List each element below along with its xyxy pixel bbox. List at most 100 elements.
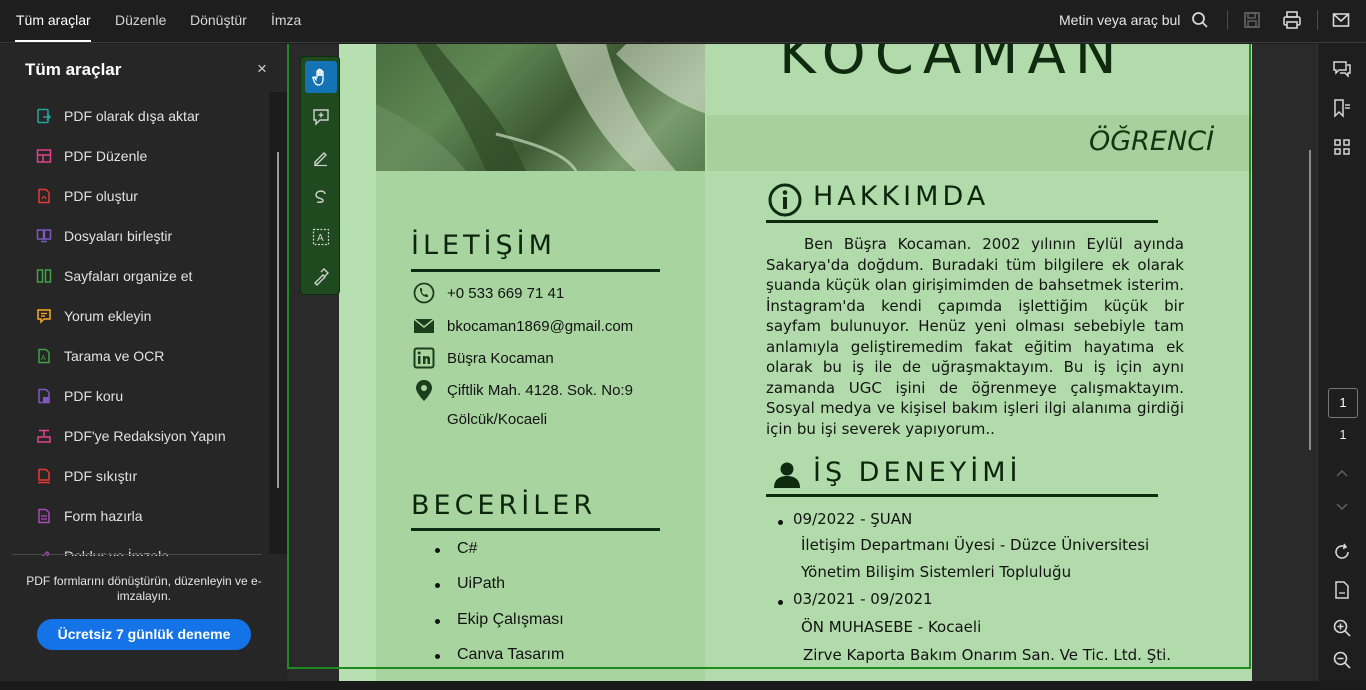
about-heading: HAKKIMDA	[813, 181, 990, 212]
active-tab-indicator	[15, 40, 91, 42]
phone-icon	[413, 282, 435, 304]
print-icon[interactable]	[1282, 10, 1302, 35]
comment-panel-icon[interactable]	[1332, 59, 1352, 84]
candidate-name: KOCAMAN	[779, 44, 1126, 87]
tool-label: PDF Düzenle	[64, 148, 148, 164]
edit-pdf-icon	[36, 149, 52, 163]
tool-edit-pdf[interactable]: PDF Düzenle	[36, 144, 147, 168]
highlight-button[interactable]	[305, 141, 337, 173]
tool-add-comment[interactable]: Yorum ekleyin	[36, 304, 151, 328]
tool-organize-pages[interactable]: Sayfaları organize et	[36, 264, 192, 288]
heading-underline	[766, 494, 1158, 497]
quick-tools-toolbar: A	[300, 56, 340, 295]
create-pdf-icon	[38, 188, 50, 204]
experience-line: Yönetim Bilişim Sistemleri Topluluğu	[801, 563, 1072, 581]
mail-icon[interactable]	[1332, 11, 1350, 34]
skills-heading: BECERİLER	[411, 490, 597, 521]
canvas-scrollbar[interactable]	[1309, 150, 1311, 450]
experience-date: 09/2022 - ŞUAN	[793, 510, 913, 528]
tool-compress-pdf[interactable]: PDF sıkıştır	[36, 464, 137, 488]
menu-convert[interactable]: Dönüştür	[190, 12, 247, 28]
tool-redact[interactable]: PDF'ye Redaksiyon Yapın	[36, 424, 226, 448]
skill-item: UiPath	[457, 575, 506, 592]
save-icon[interactable]	[1243, 11, 1261, 34]
bottom-strip	[0, 681, 1366, 690]
person-icon	[774, 462, 800, 488]
tool-label: Tarama ve OCR	[64, 348, 165, 364]
heading-underline	[411, 528, 660, 531]
tool-label: Dosyaları birleştir	[64, 228, 173, 244]
experience-line: İletişim Departmanı Üyesi - Düzce Üniver…	[801, 536, 1150, 554]
export-pdf-icon	[37, 108, 52, 124]
menu-sign[interactable]: İmza	[271, 12, 301, 28]
freehand-button[interactable]	[305, 181, 337, 213]
sign-button[interactable]	[305, 261, 337, 293]
experience-line: Zirve Kaporta Bakım Onarım San. Ve Tic. …	[803, 646, 1172, 664]
experience-heading: İŞ DENEYİMİ	[813, 457, 1022, 488]
tool-label: Form hazırla	[64, 508, 143, 524]
experience-date: 03/2021 - 09/2021	[793, 590, 933, 608]
email-text: bkocaman1869@gmail.com	[447, 317, 634, 335]
svg-text:A: A	[317, 233, 324, 244]
bullet	[778, 600, 783, 605]
tool-prepare-form[interactable]: Form hazırla	[36, 504, 143, 528]
heading-underline	[411, 269, 660, 272]
skill-item: Canva Tasarım	[457, 646, 565, 663]
info-icon	[768, 183, 802, 217]
menu-edit[interactable]: Düzenle	[115, 12, 166, 28]
organize-pages-icon	[36, 269, 52, 283]
chevron-up-icon[interactable]	[1332, 464, 1352, 489]
document-canvas[interactable]: KOCAMAN ÖĞRENCİ İLETİŞİM +0 533 669 71 4…	[287, 44, 1317, 690]
address-line-2: Gölcük/Kocaeli	[447, 411, 548, 428]
svg-text:A: A	[41, 355, 46, 362]
scan-ocr-icon: A	[38, 348, 50, 364]
phone-text: +0 533 669 71 41	[447, 284, 565, 302]
tool-create-pdf[interactable]: PDF oluştur	[36, 184, 138, 208]
tool-protect-pdf[interactable]: PDF koru	[36, 384, 123, 408]
tool-label: PDF'ye Redaksiyon Yapın	[64, 428, 226, 444]
about-text: Ben Büşra Kocaman. 2002 yılının Eylül ay…	[766, 235, 1184, 438]
zoom-out-icon[interactable]	[1332, 650, 1352, 675]
profile-photo	[376, 44, 707, 171]
search-icon[interactable]	[1191, 11, 1209, 34]
text-select-button[interactable]: A	[305, 221, 337, 253]
search-tools-label[interactable]: Metin veya araç bul	[1059, 12, 1180, 28]
promo-text: PDF formlarını dönüştürün, düzenleyin ve…	[26, 574, 262, 603]
freehand-icon	[315, 190, 326, 203]
bullet	[435, 583, 440, 588]
refresh-icon[interactable]	[1332, 542, 1352, 567]
panel-scrollbar-thumb[interactable]	[277, 152, 279, 488]
address-line-1: Çiftlik Mah. 4128. Sok. No:9	[447, 381, 633, 399]
experience-line: ÖN MUHASEBE - Kocaeli	[801, 618, 982, 636]
bullet	[435, 619, 440, 624]
tool-label: Sayfaları organize et	[64, 268, 193, 284]
free-trial-button[interactable]: Ücretsiz 7 günlük deneme	[37, 619, 251, 650]
page-info-icon[interactable]	[1332, 580, 1352, 605]
thumbnails-icon[interactable]	[1332, 137, 1352, 162]
top-bar: Tüm araçlar Düzenle Dönüştür İmza Metin …	[0, 0, 1366, 43]
add-comment-button[interactable]	[305, 101, 337, 133]
menu-all-tools[interactable]: Tüm araçlar	[16, 12, 91, 28]
tool-label: PDF olarak dışa aktar	[64, 108, 200, 124]
tool-export-pdf[interactable]: PDF olarak dışa aktar	[36, 104, 199, 128]
tool-label: PDF oluştur	[64, 188, 138, 204]
contact-email: bkocaman1869@gmail.com	[413, 315, 633, 337]
tool-label: Yorum ekleyin	[64, 308, 152, 324]
bookmark-icon[interactable]	[1332, 98, 1352, 123]
close-icon[interactable]: ×	[257, 59, 267, 79]
tool-combine-files[interactable]: Dosyaları birleştir	[36, 224, 172, 248]
mail-icon	[413, 318, 435, 333]
sign-icon	[314, 268, 329, 286]
prepare-form-icon	[38, 508, 50, 524]
current-page-input[interactable]: 1	[1328, 388, 1358, 418]
bullet	[778, 520, 783, 525]
total-pages: 1	[1339, 427, 1347, 442]
compress-pdf-icon	[38, 468, 50, 484]
zoom-in-icon[interactable]	[1332, 618, 1352, 643]
contact-address: Çiftlik Mah. 4128. Sok. No:9	[413, 379, 633, 401]
chevron-down-icon[interactable]	[1332, 496, 1352, 521]
candidate-role: ÖĞRENCİ	[1089, 126, 1215, 157]
hand-tool-button[interactable]	[305, 61, 337, 93]
tool-scan-ocr[interactable]: A Tarama ve OCR	[36, 344, 164, 368]
panel-divider	[12, 554, 262, 555]
